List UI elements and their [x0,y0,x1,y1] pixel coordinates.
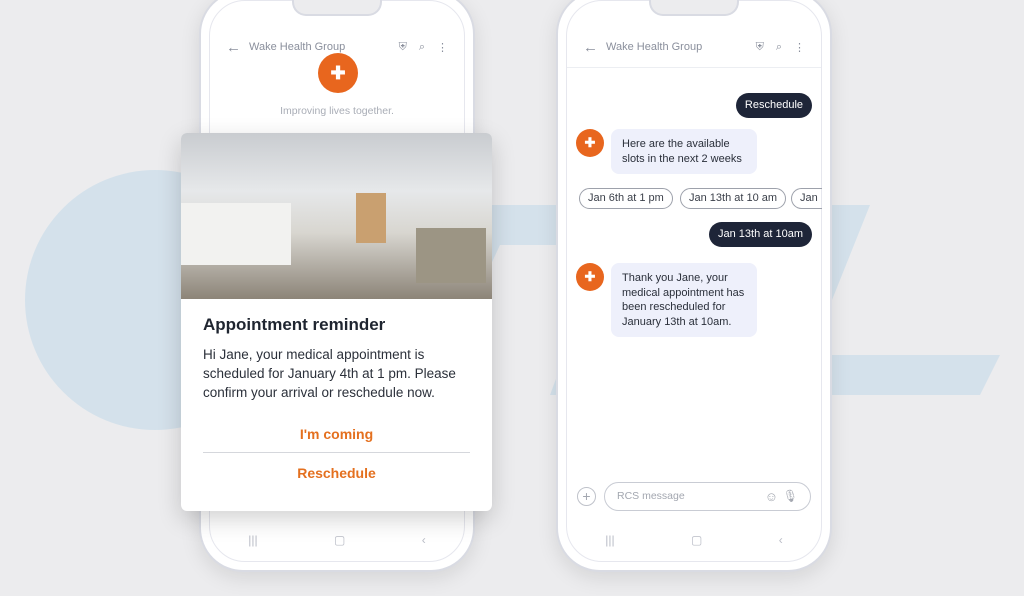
user-message: Reschedule [735,93,812,118]
home-icon[interactable]: ▢ [334,533,345,547]
search-icon[interactable]: ⌕ [419,41,425,54]
back-arrow-icon[interactable]: ← [583,39,598,56]
more-icon[interactable]: ⋮ [794,41,805,54]
home-icon[interactable]: ▢ [691,533,702,547]
business-name: Wake Health Group [249,41,346,53]
nav-back-icon[interactable]: ‹ [422,533,426,547]
search-icon[interactable]: ⌕ [776,41,782,54]
card-body: Hi Jane, your medical appointment is sch… [203,347,456,400]
slot-chip[interactable]: Jan 13th at 10 am [680,188,787,209]
business-message: Thank you Jane, your medical appointment… [611,263,757,337]
watermark-logo [25,170,1000,430]
business-avatar-icon: ✚ [576,129,604,157]
business-message: Here are the available slots in the next… [611,129,757,174]
business-avatar-icon: ✚ [576,263,604,291]
verified-shield-icon: ⛨ [755,40,764,53]
recents-icon[interactable]: ||| [248,533,257,547]
user-message: Jan 13th at 10am [708,222,812,247]
more-icon[interactable]: ⋮ [437,41,448,54]
im-coming-button[interactable]: I'm coming [181,416,492,452]
card-title: Appointment reminder [203,315,386,334]
verified-shield-icon: ⛨ [398,40,407,53]
slot-chip[interactable]: Jan 6th at 1 pm [579,188,673,209]
recents-icon[interactable]: ||| [605,533,614,547]
back-arrow-icon[interactable]: ← [226,39,241,56]
tagline: Improving lives together. [280,105,394,117]
nav-back-icon[interactable]: ‹ [779,533,783,547]
appointment-card: Appointment reminder Hi Jane, your medic… [181,133,492,511]
add-icon[interactable]: + [577,487,596,506]
microphone-icon[interactable]: 🎙 [783,483,798,510]
reschedule-button[interactable]: Reschedule [181,455,492,491]
business-name: Wake Health Group [606,41,703,53]
slot-chip[interactable]: Jan [791,188,822,209]
message-input[interactable]: RCS message ☺ 🎙 [604,482,811,511]
clinic-photo [181,133,492,299]
business-logo-icon: ✚ [318,53,358,93]
emoji-icon[interactable]: ☺ [765,483,778,510]
